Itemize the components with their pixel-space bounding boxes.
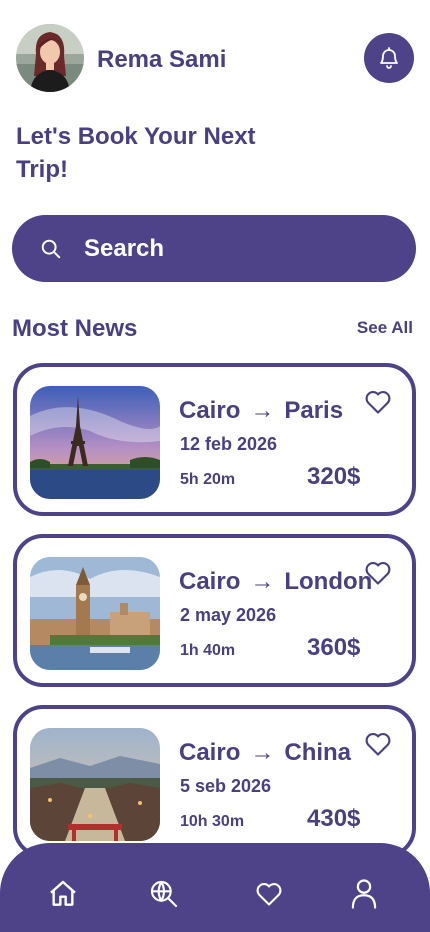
- section-title: Most News: [12, 315, 138, 342]
- arrow-right-icon: →: [250, 397, 275, 424]
- globe-search-icon: [150, 880, 178, 908]
- search-button[interactable]: Search: [12, 215, 416, 282]
- trip-card-china[interactable]: Cairo → China 5 seb 2026 10h 30m 430$: [13, 705, 416, 858]
- origin-city: Cairo: [179, 397, 241, 424]
- origin-city: Cairo: [179, 739, 241, 766]
- chinese-town-photo: [30, 728, 160, 841]
- trip-price: 360$: [307, 634, 361, 661]
- bottom-navigation: [0, 843, 430, 932]
- destination-city: China: [284, 739, 352, 766]
- trip-route: Cairo → London: [179, 568, 372, 596]
- trip-date: 12 feb 2026: [180, 434, 278, 454]
- trip-route: Cairo → China: [179, 739, 351, 767]
- destination-city: Paris: [284, 397, 344, 424]
- profile-icon: [351, 879, 377, 909]
- heart-icon: [256, 883, 282, 906]
- trip-date: 2 may 2026: [180, 605, 277, 625]
- nav-explore[interactable]: [146, 876, 182, 912]
- trip-date: 5 seb 2026: [180, 776, 272, 796]
- notifications-button[interactable]: [364, 33, 414, 83]
- favorite-heart-icon[interactable]: [364, 731, 392, 757]
- trip-duration: 10h 30m: [180, 813, 245, 830]
- trip-route: Cairo → Paris: [179, 397, 343, 425]
- nav-profile[interactable]: [346, 876, 382, 912]
- destination-city: London: [284, 568, 373, 595]
- home-icon: [50, 880, 76, 906]
- trip-duration: 1h 40m: [180, 642, 236, 659]
- search-icon: [41, 239, 61, 258]
- eiffel-tower-photo: [30, 386, 160, 499]
- nav-home[interactable]: [45, 876, 81, 912]
- origin-city: Cairo: [179, 568, 241, 595]
- page-headline: Let's Book Your Next Trip!: [16, 123, 256, 183]
- trip-duration: 5h 20m: [180, 471, 236, 488]
- bell-icon: [380, 47, 398, 69]
- see-all-link[interactable]: See All: [357, 318, 413, 338]
- trip-card-paris[interactable]: Cairo → Paris 12 feb 2026 5h 20m 320$: [13, 363, 416, 516]
- trip-price: 320$: [307, 463, 361, 490]
- header: Rema Sami: [16, 24, 414, 92]
- arrow-right-icon: →: [250, 739, 275, 766]
- favorite-heart-icon[interactable]: [364, 560, 392, 586]
- user-name: Rema Sami: [97, 46, 227, 73]
- big-ben-photo: [30, 557, 160, 670]
- trip-price: 430$: [307, 805, 361, 832]
- favorite-heart-icon[interactable]: [364, 389, 392, 415]
- trip-card-london[interactable]: Cairo → London 2 may 2026 1h 40m 360$: [13, 534, 416, 687]
- user-avatar[interactable]: [16, 24, 84, 92]
- arrow-right-icon: →: [250, 568, 275, 595]
- search-label: Search: [84, 234, 165, 262]
- nav-favorites[interactable]: [251, 876, 287, 912]
